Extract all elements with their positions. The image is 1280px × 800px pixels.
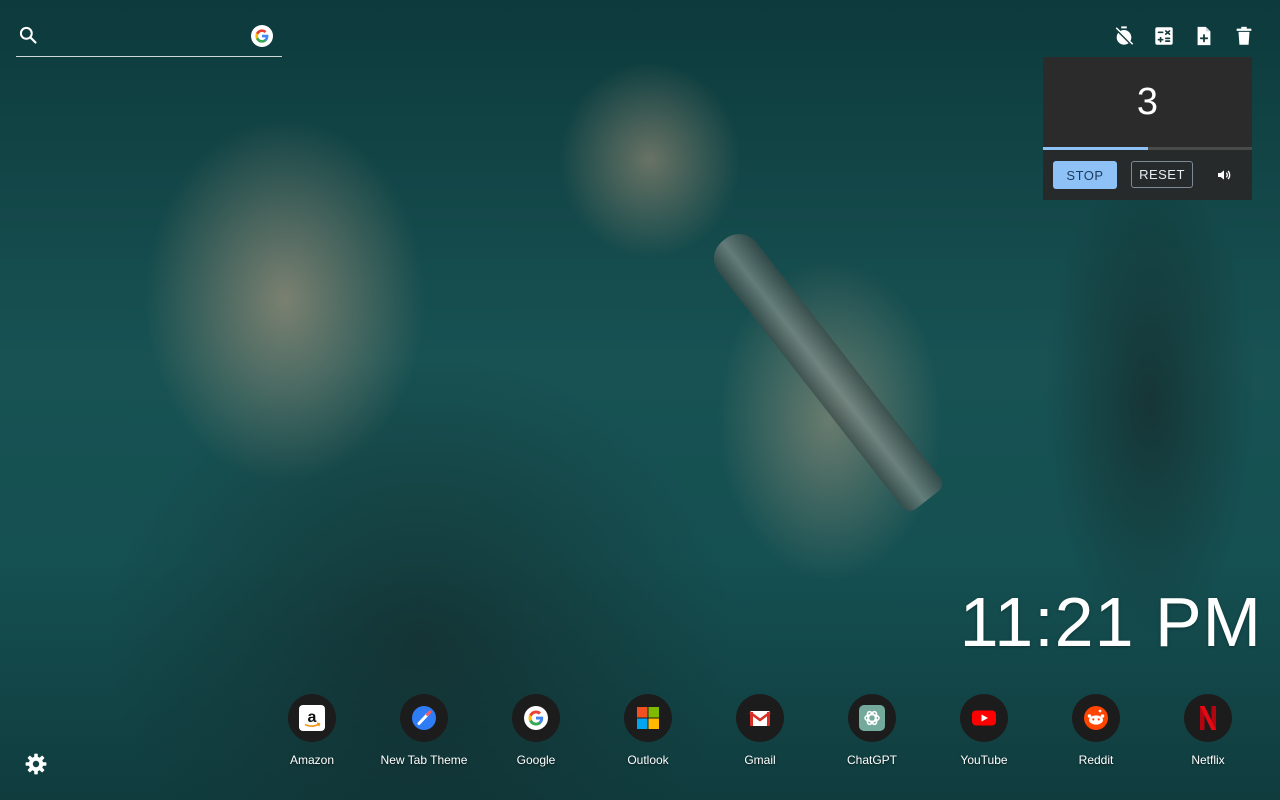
timer-widget: 3 STOP RESET <box>1043 57 1252 200</box>
shortcut-label: YouTube <box>960 753 1008 767</box>
trash-icon[interactable] <box>1232 24 1256 48</box>
shortcut-gmail[interactable]: Gmail <box>704 694 816 767</box>
shortcut-reddit[interactable]: Reddit <box>1040 694 1152 767</box>
timer-off-icon[interactable] <box>1112 24 1136 48</box>
shortcut-chatgpt[interactable]: ChatGPT <box>816 694 928 767</box>
shortcut-netflix[interactable]: Netflix <box>1152 694 1264 767</box>
shortcut-amazon[interactable]: a Amazon <box>256 694 368 767</box>
shortcut-new-tab-theme[interactable]: New Tab Theme <box>368 694 480 767</box>
shortcut-label: Netflix <box>1191 753 1225 767</box>
chatgpt-icon <box>848 694 896 742</box>
shortcut-label: Amazon <box>289 753 335 767</box>
reset-button[interactable]: RESET <box>1131 161 1193 188</box>
gear-icon[interactable] <box>24 752 48 776</box>
shortcut-label: Google <box>516 753 556 767</box>
timer-controls: STOP RESET <box>1043 150 1252 200</box>
svg-text:a: a <box>308 709 317 726</box>
shortcut-label: Outlook <box>627 753 669 767</box>
calculator-icon[interactable] <box>1152 24 1176 48</box>
clock: 11:21 PM <box>959 583 1262 661</box>
shortcut-outlook[interactable]: Outlook <box>592 694 704 767</box>
search-icon[interactable] <box>18 25 38 45</box>
shortcut-label: New Tab Theme <box>380 753 468 767</box>
search-input[interactable] <box>50 24 254 50</box>
search-bar <box>16 22 282 57</box>
stop-button[interactable]: STOP <box>1053 161 1117 189</box>
new-tab-theme-icon <box>400 694 448 742</box>
shortcut-youtube[interactable]: YouTube <box>928 694 1040 767</box>
shortcut-google[interactable]: Google <box>480 694 592 767</box>
volume-icon[interactable] <box>1213 164 1235 186</box>
microsoft-icon <box>624 694 672 742</box>
reddit-icon <box>1072 694 1120 742</box>
netflix-icon <box>1184 694 1232 742</box>
widget-toolbar <box>1112 24 1256 48</box>
timer-value: 3 <box>1043 57 1252 147</box>
shortcut-label: ChatGPT <box>846 753 897 767</box>
google-icon[interactable] <box>251 25 273 47</box>
shortcut-label: Gmail <box>744 753 776 767</box>
amazon-icon: a <box>288 694 336 742</box>
youtube-icon <box>960 694 1008 742</box>
note-add-icon[interactable] <box>1192 24 1216 48</box>
google-icon <box>512 694 560 742</box>
shortcut-label: Reddit <box>1078 753 1114 767</box>
gmail-icon <box>736 694 784 742</box>
shortcut-bar: a Amazon New Tab Theme Google Outlook Gm… <box>256 694 1264 767</box>
